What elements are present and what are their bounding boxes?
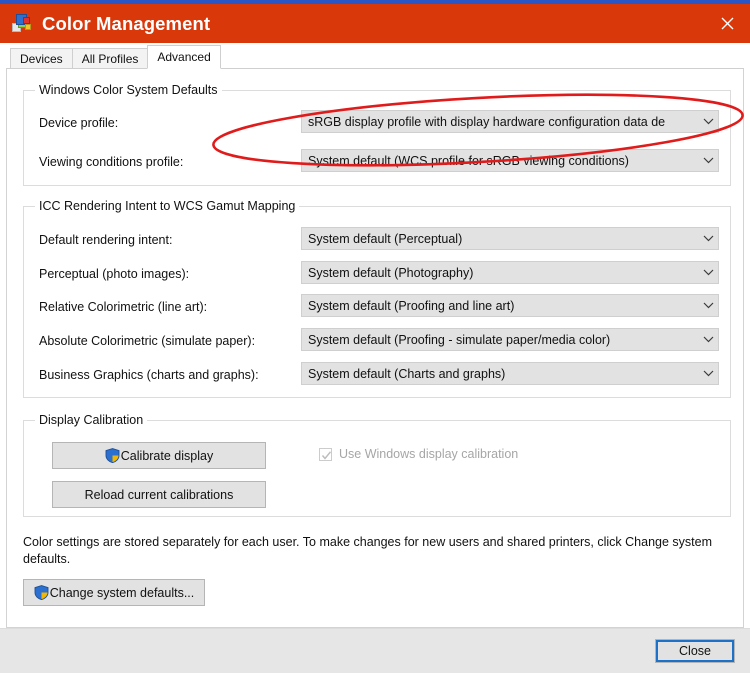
change-system-defaults-button[interactable]: Change system defaults... bbox=[23, 579, 205, 606]
chevron-down-icon bbox=[698, 336, 718, 343]
tab-devices-label: Devices bbox=[20, 51, 63, 66]
close-window-button[interactable] bbox=[704, 4, 750, 43]
combo-business-graphics[interactable]: System default (Charts and graphs) bbox=[301, 362, 719, 385]
change-system-defaults-label: Change system defaults... bbox=[49, 585, 195, 600]
tab-all-profiles[interactable]: All Profiles bbox=[71, 48, 149, 69]
chevron-down-icon bbox=[698, 157, 718, 164]
combo-absolute-colorimetric[interactable]: System default (Proofing - simulate pape… bbox=[301, 328, 719, 351]
label-viewing-conditions-profile: Viewing conditions profile: bbox=[39, 155, 184, 169]
combo-absolute-colorimetric-value: System default (Proofing - simulate pape… bbox=[308, 332, 611, 347]
combo-device-profile[interactable]: sRGB display profile with display hardwa… bbox=[301, 110, 719, 133]
checkbox-label: Use Windows display calibration bbox=[339, 447, 519, 461]
close-dialog-label: Close bbox=[679, 644, 711, 658]
tab-advanced-label: Advanced bbox=[157, 50, 211, 64]
dialog-command-bar: Close bbox=[0, 628, 750, 673]
label-perceptual: Perceptual (photo images): bbox=[39, 267, 190, 281]
chevron-down-icon bbox=[698, 269, 718, 276]
group-wcs-legend: Windows Color System Defaults bbox=[35, 83, 222, 97]
combo-viewing-conditions-profile-value: System default (WCS profile for sRGB vie… bbox=[308, 153, 629, 168]
combo-perceptual[interactable]: System default (Photography) bbox=[301, 261, 719, 284]
group-icc-legend: ICC Rendering Intent to WCS Gamut Mappin… bbox=[35, 199, 300, 213]
calibrate-display-label: Calibrate display bbox=[120, 448, 214, 463]
advanced-tab-panel: Windows Color System Defaults Device pro… bbox=[6, 68, 744, 628]
shield-icon bbox=[105, 448, 120, 463]
use-windows-display-calibration-checkbox[interactable]: Use Windows display calibration bbox=[319, 447, 518, 461]
tab-advanced[interactable]: Advanced bbox=[147, 45, 221, 69]
combo-relative-colorimetric[interactable]: System default (Proofing and line art) bbox=[301, 294, 719, 317]
label-business-graphics: Business Graphics (charts and graphs): bbox=[39, 368, 259, 382]
combo-device-profile-value: sRGB display profile with display hardwa… bbox=[308, 114, 666, 129]
tab-strip: Devices All Profiles Advanced bbox=[0, 43, 750, 69]
calibrate-display-button[interactable]: Calibrate display bbox=[52, 442, 266, 469]
window-titlebar: Color Management bbox=[0, 4, 750, 43]
close-dialog-button[interactable]: Close bbox=[655, 639, 735, 663]
shield-icon bbox=[34, 585, 49, 600]
chevron-down-icon bbox=[698, 235, 718, 242]
color-settings-note: Color settings are stored separately for… bbox=[23, 535, 713, 566]
checkbox-box bbox=[319, 447, 332, 461]
combo-viewing-conditions-profile[interactable]: System default (WCS profile for sRGB vie… bbox=[301, 149, 719, 172]
check-icon bbox=[321, 450, 332, 460]
group-calibration-legend: Display Calibration bbox=[35, 413, 148, 427]
combo-default-rendering-intent[interactable]: System default (Perceptual) bbox=[301, 227, 719, 250]
combo-relative-colorimetric-value: System default (Proofing and line art) bbox=[308, 298, 515, 313]
reload-calibrations-label: Reload current calibrations bbox=[84, 487, 234, 502]
combo-perceptual-value: System default (Photography) bbox=[308, 265, 474, 280]
combo-business-graphics-value: System default (Charts and graphs) bbox=[308, 366, 506, 381]
close-icon bbox=[721, 17, 733, 30]
reload-calibrations-button[interactable]: Reload current calibrations bbox=[52, 481, 266, 508]
tab-devices[interactable]: Devices bbox=[10, 48, 73, 69]
chevron-down-icon bbox=[698, 118, 718, 125]
color-management-window: Color Management Devices All Profiles Ad… bbox=[0, 0, 750, 673]
label-absolute-colorimetric: Absolute Colorimetric (simulate paper): bbox=[39, 334, 256, 348]
window-title: Color Management bbox=[42, 12, 211, 34]
label-relative-colorimetric: Relative Colorimetric (line art): bbox=[39, 300, 208, 314]
combo-default-rendering-intent-value: System default (Perceptual) bbox=[308, 231, 463, 246]
color-management-icon bbox=[12, 13, 32, 34]
tab-all-profiles-label: All Profiles bbox=[81, 51, 139, 66]
label-device-profile: Device profile: bbox=[39, 116, 119, 130]
chevron-down-icon bbox=[698, 302, 718, 309]
label-default-rendering-intent: Default rendering intent: bbox=[39, 233, 173, 247]
chevron-down-icon bbox=[698, 370, 718, 377]
